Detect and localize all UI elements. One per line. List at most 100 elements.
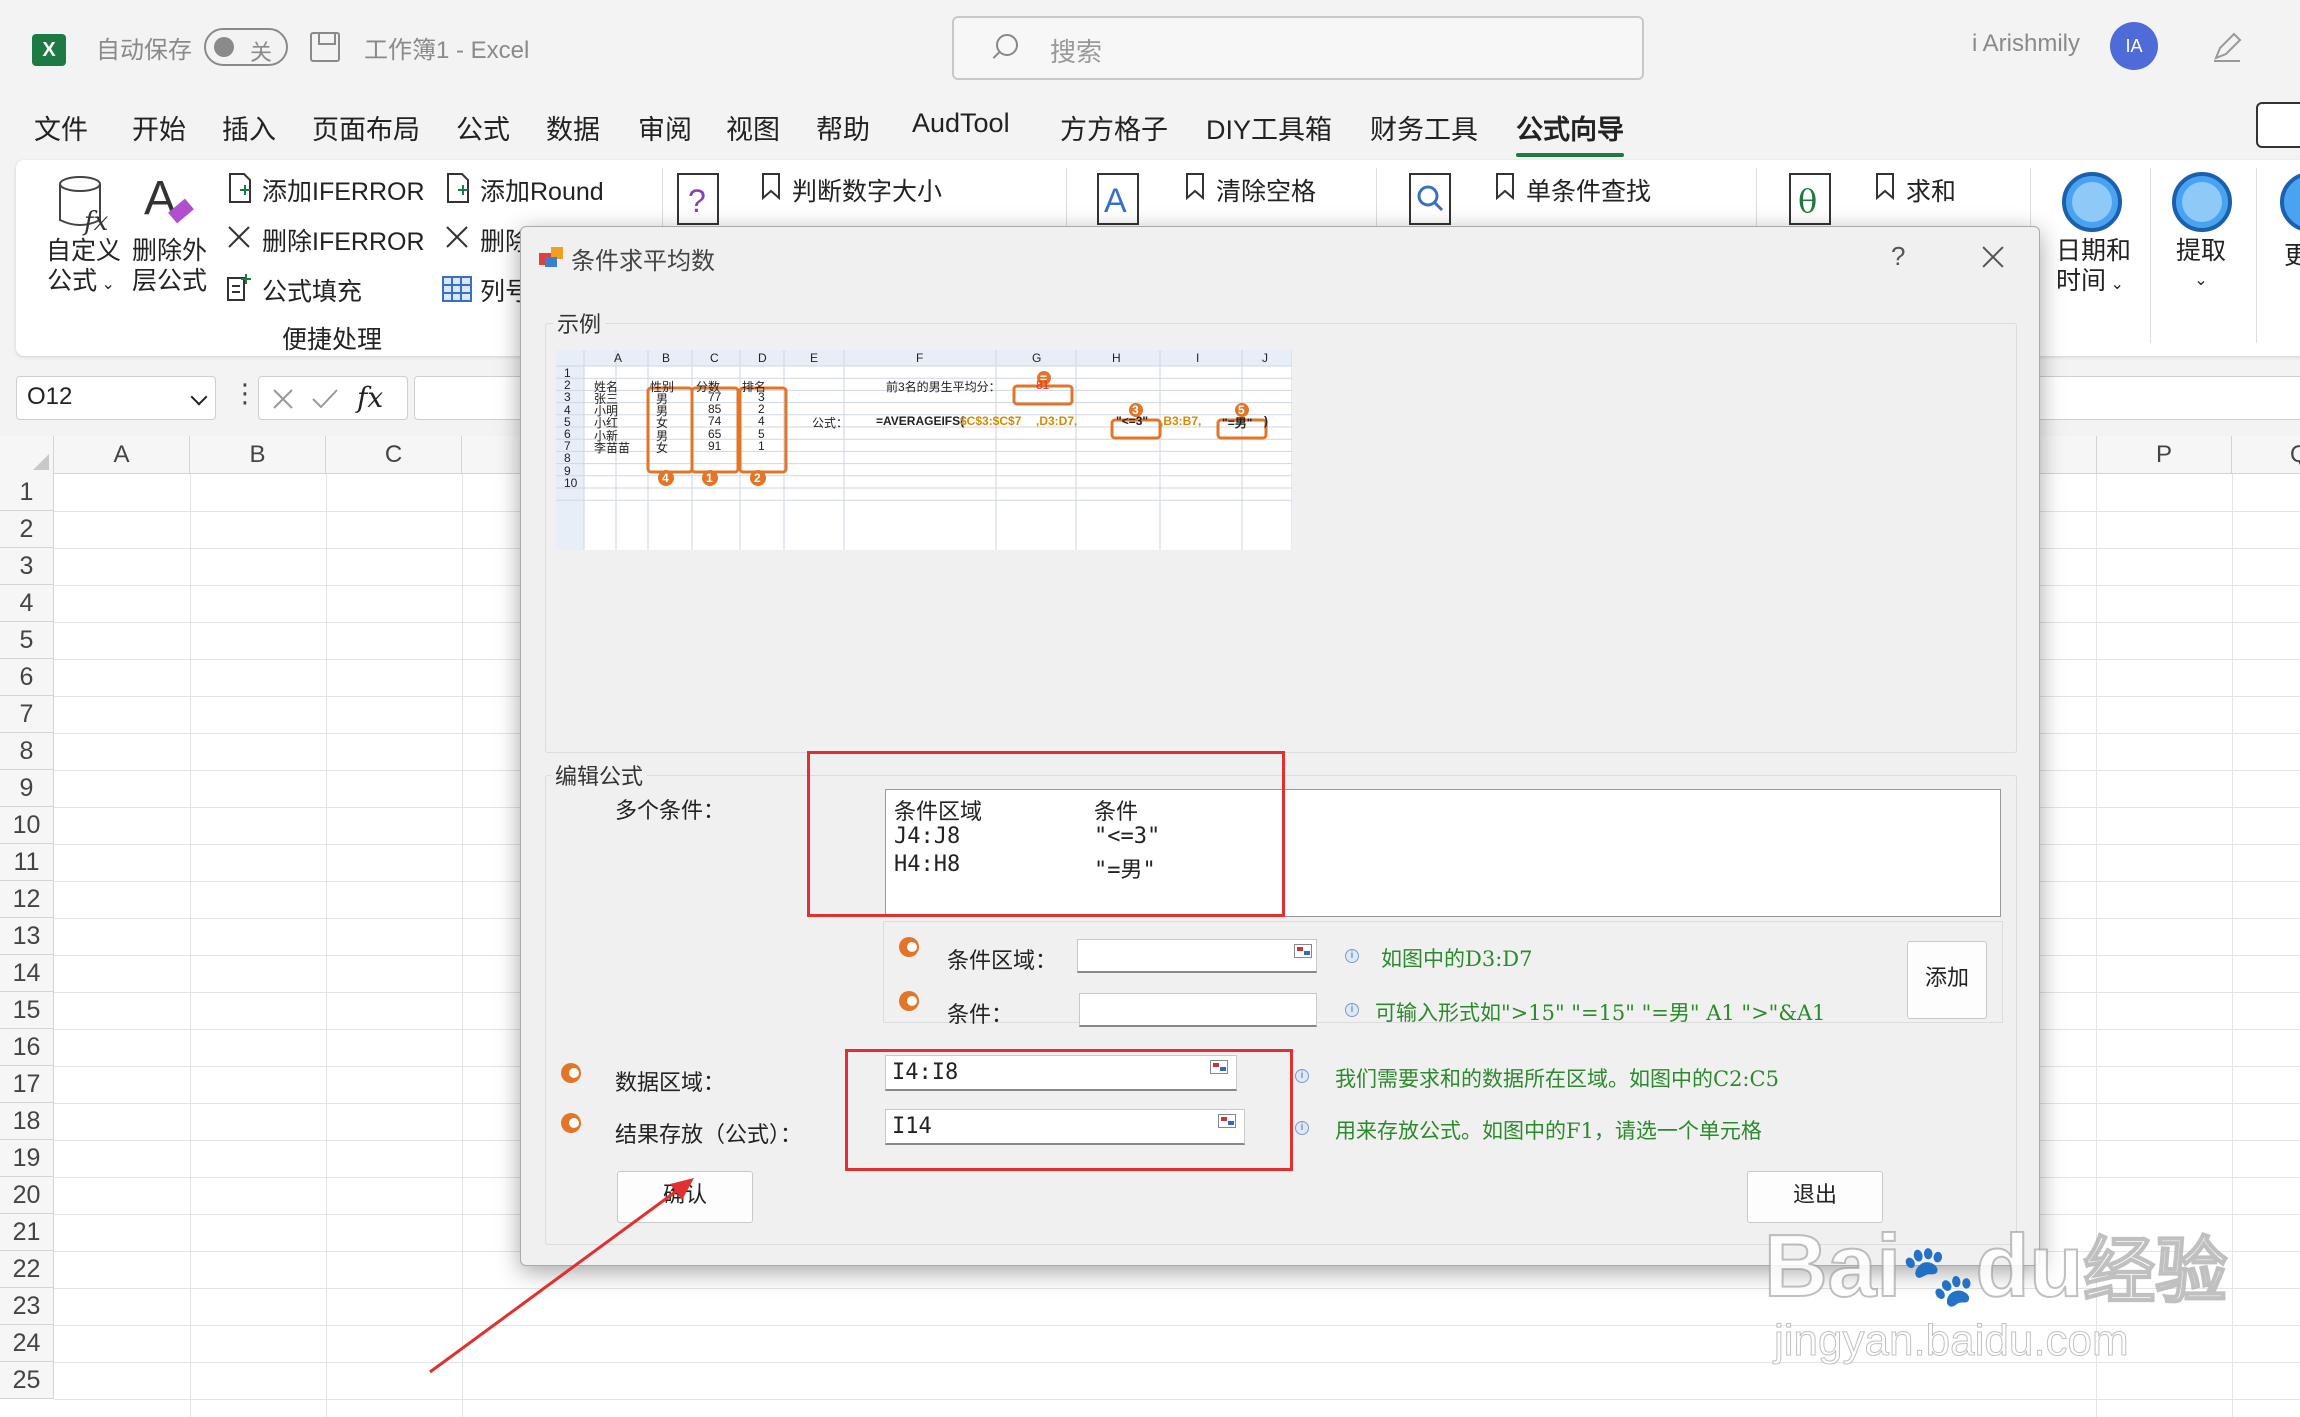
- row-header[interactable]: 11: [0, 844, 54, 881]
- row-header[interactable]: 5: [0, 622, 54, 659]
- judge-number-size-button[interactable]: 判断数字大小: [792, 172, 942, 208]
- menu-formulas[interactable]: 公式: [456, 108, 510, 147]
- comment-button[interactable]: [2256, 102, 2300, 148]
- menu-data[interactable]: 数据: [546, 108, 600, 147]
- more-dots-icon[interactable]: ⋮: [232, 378, 258, 409]
- svg-text:fx: fx: [82, 207, 109, 237]
- add-iferror-button[interactable]: 添加IFERROR: [262, 172, 425, 208]
- pen-icon[interactable]: [2210, 28, 2244, 64]
- menu-finance-tools[interactable]: 财务工具: [1370, 108, 1478, 147]
- custom-formula-button[interactable]: 自定义 公式 ⌄: [46, 236, 121, 300]
- sum-button[interactable]: 求和: [1906, 172, 1956, 208]
- row-header[interactable]: 25: [0, 1362, 54, 1399]
- delete-iferror-button[interactable]: 删除IFERROR: [262, 222, 425, 258]
- column-header-a[interactable]: A: [54, 436, 190, 474]
- menu-help[interactable]: 帮助: [816, 108, 870, 147]
- chevron-down-icon: ⌄: [97, 276, 115, 293]
- more-circle-icon: [2280, 173, 2300, 231]
- column-header-q[interactable]: Q: [2232, 436, 2300, 474]
- save-icon[interactable]: [310, 32, 340, 62]
- row-header[interactable]: 15: [0, 992, 54, 1029]
- fx-icon[interactable]: fx: [357, 381, 383, 414]
- row-header[interactable]: 1: [0, 474, 54, 511]
- row-header[interactable]: 8: [0, 733, 54, 770]
- menu-view[interactable]: 视图: [726, 108, 780, 147]
- row-header[interactable]: 23: [0, 1288, 54, 1325]
- menu-formula-wizard[interactable]: 公式向导: [1516, 108, 1624, 157]
- column-header-c[interactable]: C: [326, 436, 462, 474]
- more-button[interactable]: 更: [2284, 236, 2300, 272]
- row-header[interactable]: 16: [0, 1029, 54, 1066]
- row-header[interactable]: 22: [0, 1251, 54, 1288]
- name-box[interactable]: O12: [16, 376, 216, 420]
- menu-insert[interactable]: 插入: [222, 108, 276, 147]
- autosave-label: 自动保存: [96, 37, 192, 64]
- svg-text:?: ?: [688, 183, 706, 219]
- bookmark-icon: [1876, 173, 1894, 200]
- bookmark-icon: [762, 173, 780, 200]
- mini-formula-end: ): [1264, 414, 1268, 428]
- datetime-line2: 时间 ⌄: [2056, 266, 2131, 300]
- check-icon[interactable]: [311, 387, 339, 411]
- bullet-icon: [561, 1063, 581, 1083]
- menu-audtool[interactable]: AudTool: [912, 108, 1010, 139]
- datetime-button[interactable]: 日期和 时间 ⌄: [2056, 236, 2131, 300]
- mini-gender-cell: 女: [656, 440, 669, 455]
- range-picker-icon[interactable]: [1294, 944, 1312, 958]
- select-all-corner[interactable]: [0, 436, 54, 474]
- row-header[interactable]: 10: [0, 807, 54, 844]
- row-header[interactable]: 24: [0, 1325, 54, 1362]
- title-bar: X 自动保存 关 工作簿1 - Excel 搜索 i Arishmily IA: [0, 0, 2300, 96]
- row-header[interactable]: 20: [0, 1177, 54, 1214]
- remove-outer-formula-button[interactable]: 删除外 层公式: [132, 236, 207, 296]
- row-header[interactable]: 13: [0, 918, 54, 955]
- menu-page-layout[interactable]: 页面布局: [312, 108, 420, 147]
- extract-button[interactable]: 提取 ⌄: [2176, 236, 2226, 296]
- row-header[interactable]: 21: [0, 1214, 54, 1251]
- row-header[interactable]: 7: [0, 696, 54, 733]
- row-header[interactable]: 17: [0, 1066, 54, 1103]
- help-icon[interactable]: ?: [1891, 241, 1905, 272]
- column-header-b[interactable]: B: [190, 436, 326, 474]
- row-header[interactable]: 14: [0, 955, 54, 992]
- data-range-label: 数据区域：: [615, 1071, 726, 1096]
- add-document-icon-2: [447, 173, 469, 203]
- mini-marker: 1: [706, 471, 713, 485]
- bookmark-icon: [1496, 173, 1514, 200]
- row-header[interactable]: 9: [0, 770, 54, 807]
- condition-range-hint: 如图中的D3:D7: [1381, 947, 1533, 971]
- search-input[interactable]: 搜索: [952, 16, 1644, 80]
- formula-fill-button[interactable]: 公式填充: [262, 272, 362, 308]
- paw-icon: 🐾: [1900, 1241, 1977, 1310]
- custom-formula-icon: fx: [59, 176, 109, 237]
- chevron-down-icon: ⌄: [2106, 276, 2124, 293]
- condition-input[interactable]: [1079, 993, 1317, 1027]
- single-condition-lookup-button[interactable]: 单条件查找: [1526, 172, 1651, 208]
- mini-score-cell: 91: [708, 438, 722, 453]
- row-header[interactable]: 6: [0, 659, 54, 696]
- clear-spaces-button[interactable]: 清除空格: [1216, 172, 1316, 208]
- add-round-button[interactable]: 添加Round: [480, 172, 604, 208]
- column-header-p[interactable]: P: [2096, 436, 2232, 474]
- close-icon[interactable]: [1975, 239, 2011, 275]
- cancel-icon[interactable]: [271, 387, 295, 411]
- add-button[interactable]: 添加: [1907, 941, 1987, 1019]
- avatar[interactable]: IA: [2110, 22, 2158, 70]
- menu-review[interactable]: 审阅: [638, 108, 692, 147]
- row-header[interactable]: 18: [0, 1103, 54, 1140]
- menu-fangfang[interactable]: 方方格子: [1060, 108, 1168, 147]
- mini-formula-range1: ,D3:D7,: [1036, 414, 1078, 428]
- row-header[interactable]: 2: [0, 511, 54, 548]
- row-header[interactable]: 12: [0, 881, 54, 918]
- row-header[interactable]: 4: [0, 585, 54, 622]
- menu-home[interactable]: 开始: [132, 108, 186, 147]
- row-header[interactable]: 19: [0, 1140, 54, 1177]
- menu-file[interactable]: 文件: [34, 108, 88, 147]
- condition-range-input[interactable]: [1077, 939, 1317, 973]
- watermark-brand: Bai: [1763, 1215, 1902, 1316]
- eraser-icon: A: [144, 172, 194, 225]
- row-header[interactable]: 3: [0, 548, 54, 585]
- autosave-toggle[interactable]: 关: [204, 28, 288, 66]
- user-name[interactable]: i Arishmily: [1972, 30, 2080, 58]
- menu-diy-toolbox[interactable]: DIY工具箱: [1206, 108, 1332, 147]
